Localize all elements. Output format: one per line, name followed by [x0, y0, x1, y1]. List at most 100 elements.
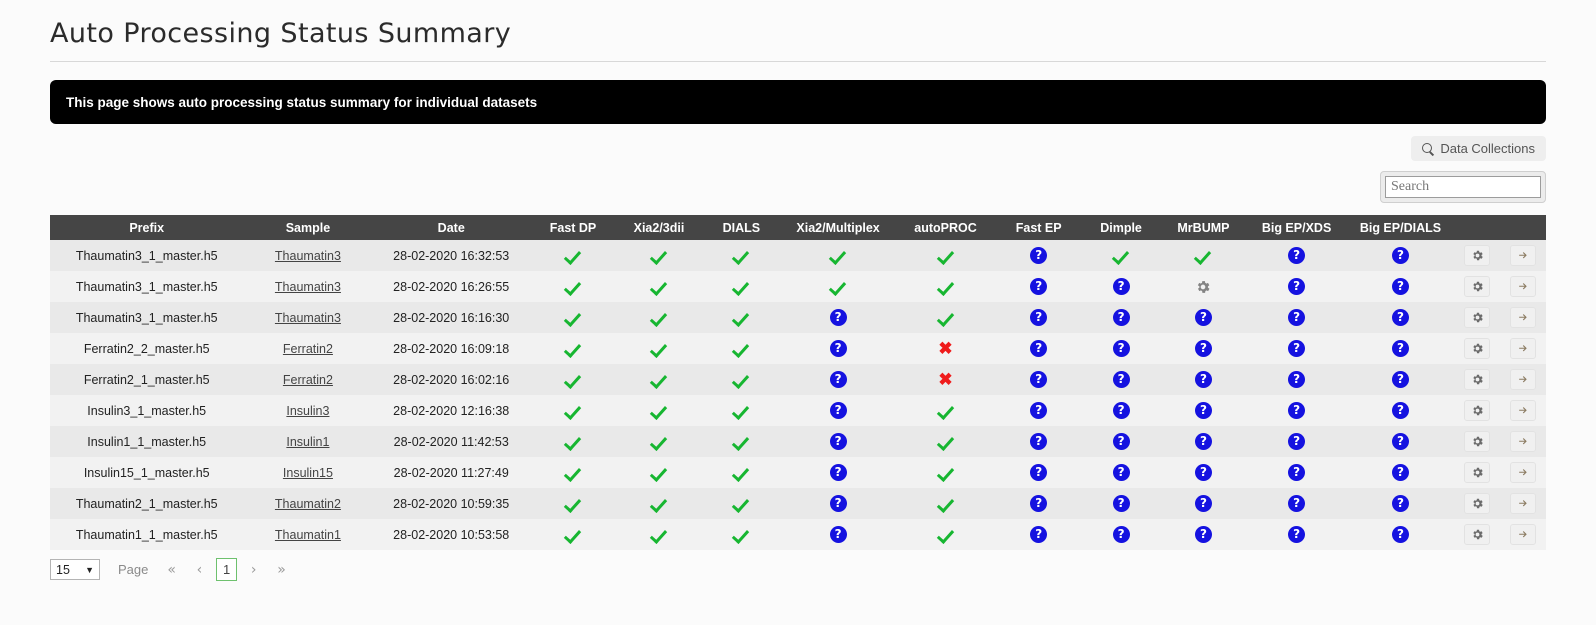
sample-link[interactable]: Thaumatin2: [275, 497, 341, 511]
status-question-icon[interactable]: ?: [1113, 309, 1130, 326]
status-question-icon[interactable]: ?: [1113, 495, 1130, 512]
status-question-icon[interactable]: ?: [1392, 340, 1409, 357]
status-question-icon[interactable]: ?: [830, 464, 847, 481]
status-check-icon[interactable]: [1194, 247, 1212, 265]
status-check-icon[interactable]: [650, 340, 668, 358]
status-check-icon[interactable]: [732, 278, 750, 296]
status-question-icon[interactable]: ?: [1030, 433, 1047, 450]
status-check-icon[interactable]: [650, 278, 668, 296]
status-question-icon[interactable]: ?: [1195, 495, 1212, 512]
status-question-icon[interactable]: ?: [1288, 495, 1305, 512]
status-check-icon[interactable]: [564, 309, 582, 327]
status-question-icon[interactable]: ?: [1392, 278, 1409, 295]
row-goto-button[interactable]: [1510, 338, 1536, 359]
data-collections-button[interactable]: Data Collections: [1411, 136, 1546, 161]
row-goto-button[interactable]: [1510, 307, 1536, 328]
status-gear-icon[interactable]: [1195, 279, 1211, 295]
status-question-icon[interactable]: ?: [1195, 371, 1212, 388]
status-check-icon[interactable]: [732, 526, 750, 544]
status-question-icon[interactable]: ?: [1030, 402, 1047, 419]
status-check-icon[interactable]: [564, 402, 582, 420]
next-page-button[interactable]: ›: [243, 558, 264, 581]
status-question-icon[interactable]: ?: [1392, 526, 1409, 543]
status-question-icon[interactable]: ?: [830, 340, 847, 357]
row-settings-button[interactable]: [1464, 524, 1490, 545]
status-check-icon[interactable]: [650, 371, 668, 389]
row-settings-button[interactable]: [1464, 493, 1490, 514]
status-check-icon[interactable]: [937, 526, 955, 544]
status-check-icon[interactable]: [564, 464, 582, 482]
status-question-icon[interactable]: ?: [1195, 433, 1212, 450]
status-check-icon[interactable]: [732, 340, 750, 358]
last-page-button[interactable]: »: [270, 558, 293, 581]
status-check-icon[interactable]: [937, 433, 955, 451]
status-question-icon[interactable]: ?: [1113, 371, 1130, 388]
sample-link[interactable]: Ferratin2: [283, 373, 333, 387]
status-question-icon[interactable]: ?: [830, 309, 847, 326]
row-settings-button[interactable]: [1464, 462, 1490, 483]
previous-page-button[interactable]: ‹: [189, 558, 210, 581]
status-cross-icon[interactable]: ✖: [938, 340, 952, 358]
search-input[interactable]: [1385, 176, 1541, 198]
status-question-icon[interactable]: ?: [1030, 340, 1047, 357]
status-check-icon[interactable]: [732, 464, 750, 482]
status-check-icon[interactable]: [650, 309, 668, 327]
status-question-icon[interactable]: ?: [830, 495, 847, 512]
status-question-icon[interactable]: ?: [1288, 464, 1305, 481]
status-check-icon[interactable]: [829, 247, 847, 265]
sample-link[interactable]: Thaumatin3: [275, 311, 341, 325]
sample-link[interactable]: Insulin3: [286, 404, 329, 418]
status-check-icon[interactable]: [937, 309, 955, 327]
status-check-icon[interactable]: [564, 278, 582, 296]
column-header-date[interactable]: Date: [372, 215, 530, 240]
sample-link[interactable]: Ferratin2: [283, 342, 333, 356]
status-question-icon[interactable]: ?: [1195, 402, 1212, 419]
row-goto-button[interactable]: [1510, 431, 1536, 452]
row-goto-button[interactable]: [1510, 369, 1536, 390]
status-check-icon[interactable]: [564, 247, 582, 265]
status-check-icon[interactable]: [564, 495, 582, 513]
row-goto-button[interactable]: [1510, 462, 1536, 483]
column-header-autoproc[interactable]: autoPROC: [895, 215, 995, 240]
row-goto-button[interactable]: [1510, 276, 1536, 297]
status-check-icon[interactable]: [564, 433, 582, 451]
status-question-icon[interactable]: ?: [1392, 309, 1409, 326]
status-question-icon[interactable]: ?: [1030, 526, 1047, 543]
status-check-icon[interactable]: [650, 247, 668, 265]
status-question-icon[interactable]: ?: [1113, 433, 1130, 450]
status-check-icon[interactable]: [650, 526, 668, 544]
status-check-icon[interactable]: [937, 495, 955, 513]
status-question-icon[interactable]: ?: [1288, 309, 1305, 326]
status-question-icon[interactable]: ?: [1392, 371, 1409, 388]
column-header-sample[interactable]: Sample: [243, 215, 372, 240]
status-check-icon[interactable]: [732, 433, 750, 451]
row-settings-button[interactable]: [1464, 369, 1490, 390]
status-question-icon[interactable]: ?: [830, 402, 847, 419]
status-question-icon[interactable]: ?: [1288, 278, 1305, 295]
status-check-icon[interactable]: [650, 402, 668, 420]
status-question-icon[interactable]: ?: [1288, 433, 1305, 450]
row-goto-button[interactable]: [1510, 493, 1536, 514]
status-check-icon[interactable]: [732, 495, 750, 513]
status-question-icon[interactable]: ?: [1288, 526, 1305, 543]
status-check-icon[interactable]: [650, 464, 668, 482]
status-question-icon[interactable]: ?: [1113, 278, 1130, 295]
status-check-icon[interactable]: [732, 247, 750, 265]
status-check-icon[interactable]: [937, 402, 955, 420]
status-question-icon[interactable]: ?: [1113, 402, 1130, 419]
status-question-icon[interactable]: ?: [1392, 402, 1409, 419]
status-check-icon[interactable]: [732, 371, 750, 389]
status-question-icon[interactable]: ?: [830, 433, 847, 450]
status-question-icon[interactable]: ?: [1030, 371, 1047, 388]
row-settings-button[interactable]: [1464, 276, 1490, 297]
first-page-button[interactable]: «: [160, 558, 183, 581]
row-goto-button[interactable]: [1510, 400, 1536, 421]
column-header-fast-ep[interactable]: Fast EP: [996, 215, 1082, 240]
row-settings-button[interactable]: [1464, 338, 1490, 359]
status-cross-icon[interactable]: ✖: [938, 371, 952, 389]
column-header-xia2-3dii[interactable]: Xia2/3dii: [616, 215, 702, 240]
status-question-icon[interactable]: ?: [1392, 464, 1409, 481]
sample-link[interactable]: Thaumatin3: [275, 280, 341, 294]
status-check-icon[interactable]: [1112, 247, 1130, 265]
current-page-button[interactable]: 1: [216, 558, 237, 581]
